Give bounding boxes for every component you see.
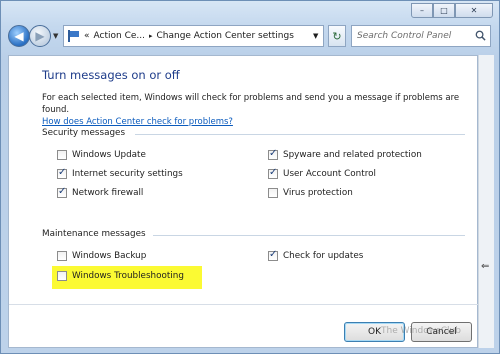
checkbox-spyware-protection[interactable]: Spyware and related protection	[268, 148, 422, 160]
minimize-button[interactable]: –	[411, 3, 433, 18]
window-frame: – □ ✕ ◀ ▶ ▼ « Action Ce... ▸ Change Acti…	[0, 0, 500, 354]
maintenance-group-divider	[153, 235, 465, 236]
search-placeholder: Search Control Panel	[357, 31, 452, 41]
caption-buttons: – □ ✕	[411, 3, 493, 18]
internet-security-label: Internet security settings	[72, 169, 183, 179]
breadcrumb-change-settings[interactable]: Change Action Center settings	[156, 31, 293, 41]
maintenance-group-label: Maintenance messages	[42, 229, 146, 239]
user-account-control-label: User Account Control	[283, 169, 376, 179]
checkbox-internet-security[interactable]: Internet security settings	[57, 167, 183, 179]
back-arrow-icon: ◀	[14, 29, 24, 43]
check-for-updates-checkbox[interactable]	[268, 249, 278, 261]
checkbox-windows-backup[interactable]: Windows Backup	[57, 251, 146, 261]
windows-backup-checkbox[interactable]	[57, 251, 67, 261]
network-firewall-checkbox[interactable]	[57, 186, 67, 198]
recent-pages-dropdown-icon[interactable]: ▼	[53, 32, 58, 40]
security-group-divider	[135, 134, 465, 135]
windows-backup-label: Windows Backup	[72, 251, 147, 261]
maximize-button[interactable]: □	[433, 3, 455, 18]
checkbox-windows-troubleshooting[interactable]: Windows Troubleshooting	[57, 271, 184, 281]
scroll-arrow-icon[interactable]: ⇐	[481, 261, 489, 272]
description-text: For each selected item, Windows will che…	[42, 93, 460, 115]
back-button[interactable]: ◀	[8, 25, 30, 47]
close-button[interactable]: ✕	[455, 3, 493, 18]
checkbox-virus-protection[interactable]: Virus protection	[268, 188, 353, 198]
help-link[interactable]: How does Action Center check for problem…	[42, 116, 472, 128]
check-for-updates-label: Check for updates	[283, 251, 364, 261]
checkbox-user-account-control[interactable]: User Account Control	[268, 167, 376, 179]
spyware-protection-checkbox[interactable]	[268, 148, 278, 160]
scrollbar[interactable]: ⇐	[478, 55, 494, 348]
windows-update-label: Windows Update	[72, 150, 146, 160]
refresh-button[interactable]: ↻	[328, 25, 346, 47]
checkbox-check-for-updates[interactable]: Check for updates	[268, 249, 364, 261]
breadcrumb-separator-icon[interactable]: ▸	[149, 32, 153, 40]
checkbox-windows-update[interactable]: Windows Update	[57, 150, 146, 160]
breadcrumb-action-center[interactable]: Action Ce...	[94, 31, 145, 41]
network-firewall-label: Network firewall	[72, 188, 144, 198]
virus-protection-checkbox[interactable]	[268, 188, 278, 198]
search-input[interactable]: Search Control Panel	[351, 25, 491, 47]
windows-update-checkbox[interactable]	[57, 150, 67, 160]
windows-troubleshooting-label: Windows Troubleshooting	[72, 271, 184, 281]
spyware-protection-label: Spyware and related protection	[283, 150, 422, 160]
page-title: Turn messages on or off	[42, 68, 180, 82]
settings-panel: Turn messages on or off For each selecte…	[8, 55, 479, 348]
watermark-text: The WindowsClub	[381, 326, 461, 336]
refresh-icon: ↻	[332, 29, 342, 43]
virus-protection-label: Virus protection	[283, 188, 353, 198]
search-icon[interactable]	[475, 30, 486, 41]
breadcrumb-overflow[interactable]: «	[84, 31, 90, 41]
navigation-bar: ◀ ▶ ▼ « Action Ce... ▸ Change Action Cen…	[7, 23, 495, 49]
internet-security-checkbox[interactable]	[57, 167, 67, 179]
security-group-label: Security messages	[42, 128, 126, 138]
footer-divider	[9, 304, 479, 305]
action-center-flag-icon	[67, 30, 80, 42]
page-description: For each selected item, Windows will che…	[42, 92, 472, 128]
forward-arrow-icon: ▶	[35, 29, 45, 43]
forward-button[interactable]: ▶	[29, 25, 51, 47]
checkbox-network-firewall[interactable]: Network firewall	[57, 186, 144, 198]
user-account-control-checkbox[interactable]	[268, 167, 278, 179]
address-dropdown-icon[interactable]: ▼	[313, 32, 318, 40]
windows-troubleshooting-checkbox[interactable]	[57, 271, 67, 281]
address-bar[interactable]: « Action Ce... ▸ Change Action Center se…	[63, 25, 324, 47]
